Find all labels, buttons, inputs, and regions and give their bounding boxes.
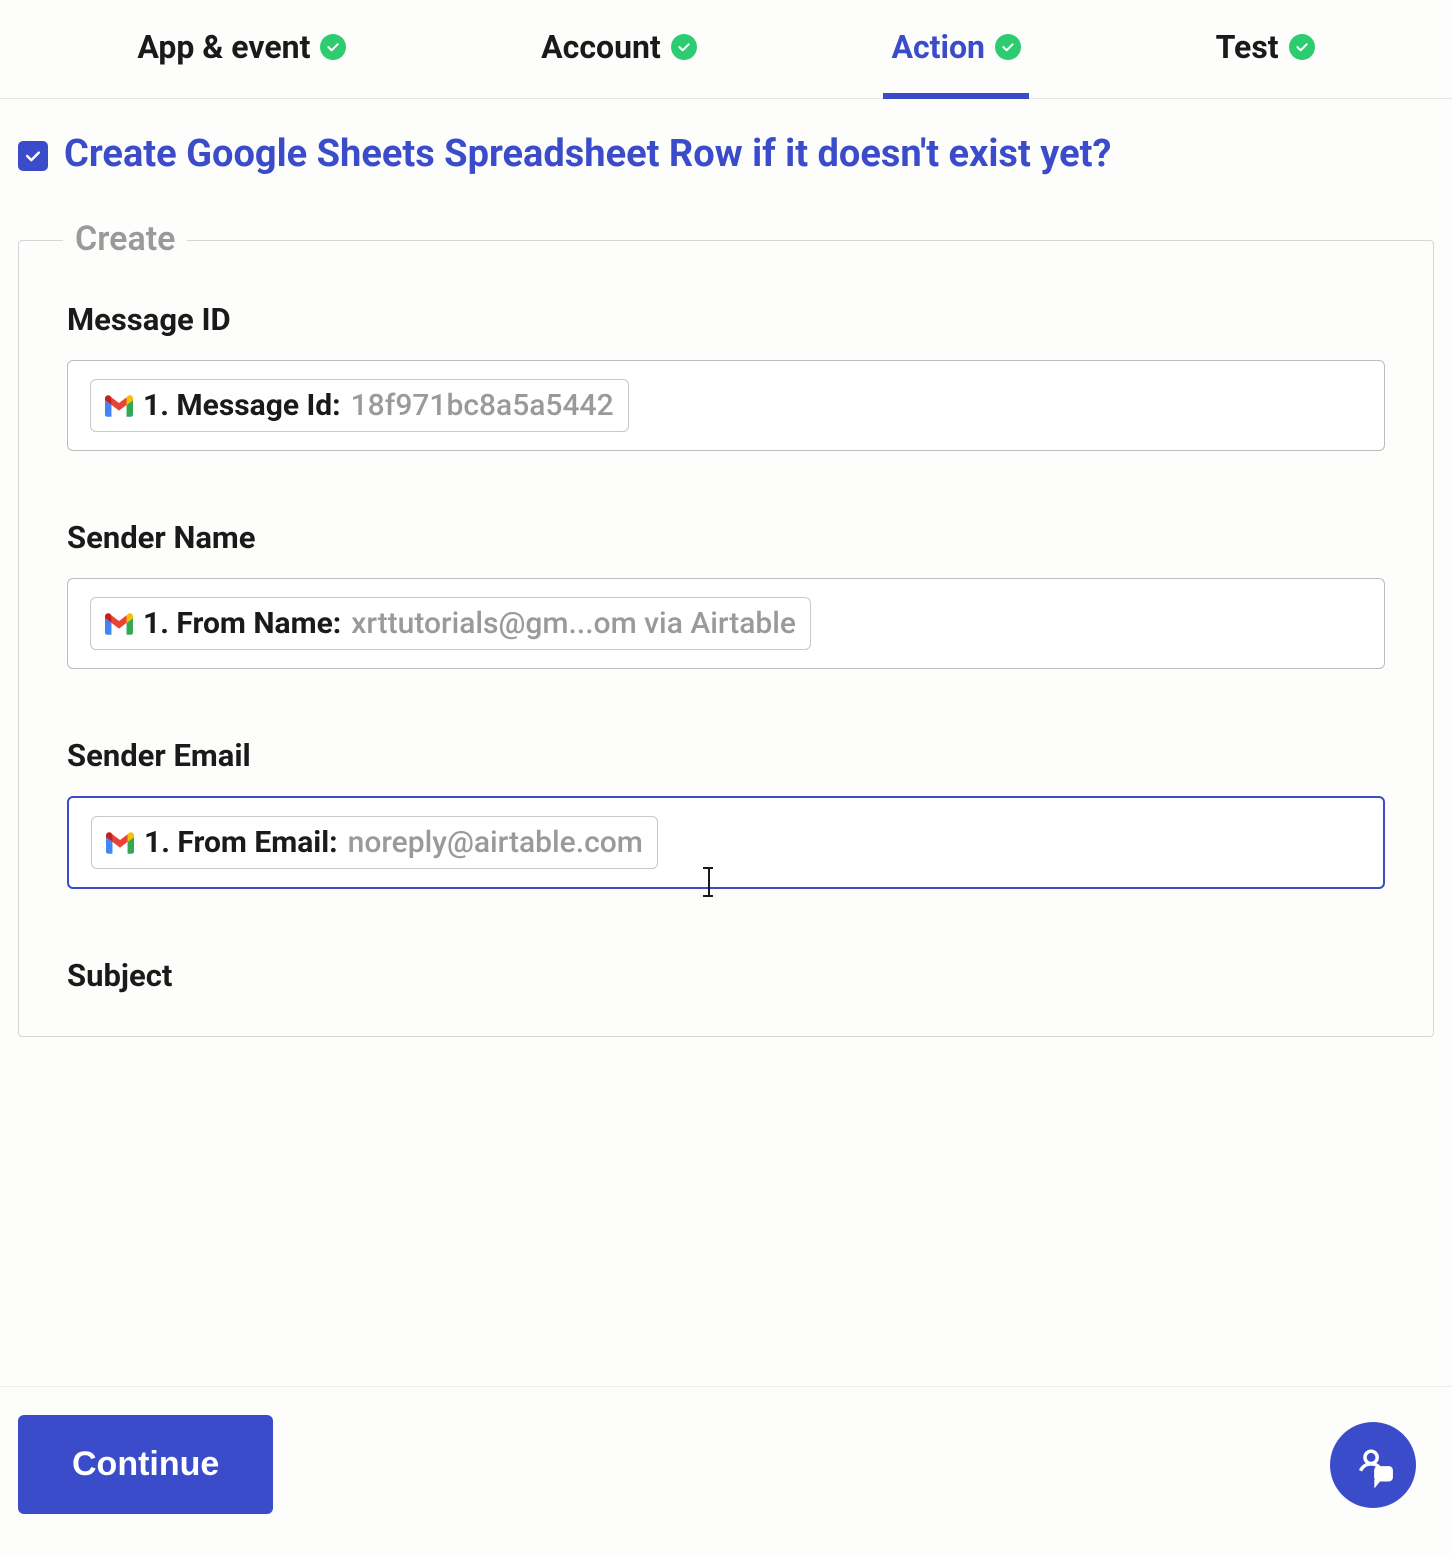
step-tabs: App & event Account Action Test [0, 0, 1452, 99]
tab-test[interactable]: Test [1216, 28, 1315, 98]
field-label: Message ID [67, 301, 1385, 338]
tab-label: Test [1216, 28, 1279, 66]
field-message-id: Message ID 1. Message Id: 18f971bc8a5a54… [67, 301, 1385, 451]
create-if-not-exist-checkbox[interactable] [18, 141, 48, 171]
pill-prefix: 1. From Email: [144, 825, 338, 860]
fieldset-legend: Create [63, 219, 187, 259]
check-circle-icon [671, 34, 697, 60]
pill-prefix: 1. Message Id: [143, 388, 341, 423]
mapped-value-pill[interactable]: 1. Message Id: 18f971bc8a5a5442 [90, 379, 629, 432]
mapped-value-pill[interactable]: 1. From Name: xrttutorials@gm...om via A… [90, 597, 811, 650]
pill-value: noreply@airtable.com [348, 825, 643, 860]
tab-label: App & event [137, 28, 310, 66]
pill-value: 18f971bc8a5a5442 [351, 388, 614, 423]
tab-app-event[interactable]: App & event [137, 28, 346, 98]
field-subject: Subject [67, 957, 1385, 994]
tab-label: Account [541, 28, 661, 66]
field-label: Sender Name [67, 519, 1385, 556]
form-body: Create Google Sheets Spreadsheet Row if … [0, 99, 1452, 1037]
field-sender-email: Sender Email 1. From Email: noreply@airt… [67, 737, 1385, 889]
check-circle-icon [1289, 34, 1315, 60]
tab-action[interactable]: Action [891, 28, 1020, 98]
gmail-icon [105, 395, 133, 417]
tab-account[interactable]: Account [541, 28, 697, 98]
check-circle-icon [995, 34, 1021, 60]
check-circle-icon [320, 34, 346, 60]
pill-value: xrttutorials@gm...om via Airtable [351, 606, 796, 641]
help-chat-button[interactable] [1330, 1422, 1416, 1508]
pill-prefix: 1. From Name: [143, 606, 341, 641]
gmail-icon [105, 613, 133, 635]
create-fieldset: Create Message ID 1. Message Id: 18f971b… [18, 240, 1434, 1037]
field-sender-name: Sender Name 1. From Name: xrttutorials@g… [67, 519, 1385, 669]
continue-button[interactable]: Continue [18, 1415, 273, 1514]
footer-bar: Continue [0, 1386, 1452, 1554]
message-id-input[interactable]: 1. Message Id: 18f971bc8a5a5442 [67, 360, 1385, 451]
sender-email-input[interactable]: 1. From Email: noreply@airtable.com [67, 796, 1385, 889]
field-label: Sender Email [67, 737, 1385, 774]
sender-name-input[interactable]: 1. From Name: xrttutorials@gm...om via A… [67, 578, 1385, 669]
field-label: Subject [67, 957, 1385, 994]
mapped-value-pill[interactable]: 1. From Email: noreply@airtable.com [91, 816, 658, 869]
create-if-not-exist-label: Create Google Sheets Spreadsheet Row if … [64, 129, 1111, 180]
create-if-not-exist-option: Create Google Sheets Spreadsheet Row if … [18, 129, 1434, 180]
gmail-icon [106, 832, 134, 854]
headset-chat-icon [1350, 1442, 1396, 1488]
tab-label: Action [891, 28, 984, 66]
